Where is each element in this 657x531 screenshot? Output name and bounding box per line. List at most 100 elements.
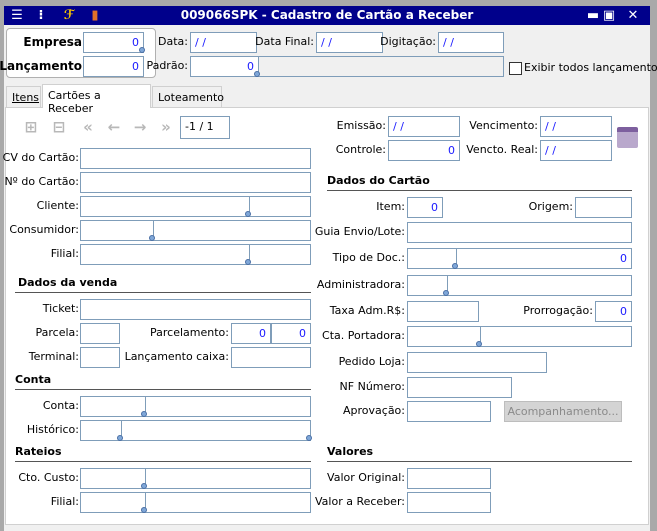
ticket-field[interactable]	[80, 299, 311, 320]
field-value: 0	[132, 36, 139, 49]
pedido-loja-label: Pedido Loja:	[338, 355, 405, 368]
section-divider	[327, 461, 632, 462]
field-value: 0	[620, 252, 627, 265]
emissao-field[interactable]: / /	[388, 116, 460, 137]
valor-original-field[interactable]	[407, 468, 491, 489]
consumidor-field[interactable]	[80, 220, 311, 241]
administradora-field[interactable]	[407, 275, 632, 296]
parcelamento-field-1[interactable]: 0	[231, 323, 271, 344]
digitacao-label: Digitação:	[380, 35, 436, 48]
lancamento-caixa-field[interactable]	[231, 347, 311, 368]
remove-record-icon[interactable]: ⊟	[48, 116, 70, 138]
aprovacao-label: Aprovação:	[343, 404, 405, 417]
acompanhamento-button[interactable]: Acompanhamento...	[504, 401, 622, 422]
tab-loteamento[interactable]: Loteamento	[152, 86, 224, 107]
digitacao-field[interactable]: / /	[438, 32, 504, 53]
lookup-magnifier-icon[interactable]	[141, 507, 147, 513]
close-icon[interactable]: ✕	[624, 7, 642, 24]
lookup-magnifier-icon[interactable]	[141, 483, 147, 489]
emissao-label: Emissão:	[336, 119, 386, 132]
padrao-field[interactable]: 0	[190, 56, 259, 77]
rateios-heading: Rateios	[15, 445, 62, 458]
lookup-magnifier-icon[interactable]	[245, 259, 251, 265]
calendar-icon[interactable]	[617, 127, 638, 148]
data-final-field[interactable]: / /	[316, 32, 383, 53]
lookup-magnifier-icon[interactable]	[245, 211, 251, 217]
cto-custo-label: Cto. Custo:	[18, 471, 79, 484]
padrao-description-field[interactable]	[258, 56, 504, 77]
historico-field[interactable]	[80, 420, 311, 441]
cv-cartao-field[interactable]	[80, 148, 311, 169]
item-label: Item:	[376, 200, 405, 213]
numero-cartao-field[interactable]	[80, 172, 311, 193]
conta-label: Conta:	[42, 399, 79, 412]
pedido-loja-field[interactable]	[407, 352, 547, 373]
parcela-label: Parcela:	[35, 326, 79, 339]
parcelamento-field-2[interactable]: 0	[271, 323, 311, 344]
last-record-icon[interactable]: »	[155, 116, 177, 138]
controle-field[interactable]: 0	[388, 140, 460, 161]
parcela-field[interactable]	[80, 323, 120, 344]
guia-envio-field[interactable]	[407, 222, 632, 243]
field-value: / /	[393, 120, 404, 133]
window-title: 009066SPK - Cadastro de Cartão a Receber	[180, 8, 474, 22]
lancamento-field[interactable]: 0	[83, 56, 144, 77]
lookup-magnifier-icon[interactable]	[476, 341, 482, 347]
origem-label: Origem:	[528, 200, 573, 213]
valores-heading: Valores	[327, 445, 374, 458]
tab-cartoes-a-receber[interactable]: Cartões a Receber	[42, 84, 151, 115]
lookup-magnifier-icon[interactable]	[452, 263, 458, 269]
item-field[interactable]: 0	[407, 197, 443, 218]
field-value: / /	[545, 144, 556, 157]
lookup-magnifier-icon[interactable]	[141, 411, 147, 417]
first-record-icon[interactable]: «	[77, 116, 99, 138]
valor-original-label: Valor Original:	[327, 471, 405, 484]
record-counter-field[interactable]: -1 / 1	[180, 116, 230, 139]
field-value: -1 / 1	[185, 120, 214, 133]
rateio-filial-field[interactable]	[80, 492, 311, 513]
add-record-icon[interactable]: ⊞	[20, 116, 42, 138]
vencimento-field[interactable]: / /	[540, 116, 612, 137]
lookup-magnifier-icon[interactable]	[149, 235, 155, 241]
field-value: / /	[545, 120, 556, 133]
cto-custo-field[interactable]	[80, 468, 311, 489]
aprovacao-field[interactable]	[407, 401, 491, 422]
valor-receber-field[interactable]	[407, 492, 491, 513]
lookup-magnifier-icon[interactable]	[139, 47, 145, 53]
nf-numero-field[interactable]	[407, 377, 512, 398]
rateio-filial-label: Filial:	[50, 495, 79, 508]
taxa-adm-field[interactable]	[407, 301, 479, 322]
previous-record-icon[interactable]: ←	[103, 116, 125, 138]
terminal-label: Terminal:	[28, 350, 79, 363]
cliente-field[interactable]	[80, 196, 311, 217]
vencto-real-field[interactable]: / /	[540, 140, 612, 161]
exibir-checkbox[interactable]	[509, 62, 522, 75]
data-field[interactable]: / /	[190, 32, 257, 53]
numero-cartao-label: Nº do Cartão:	[4, 175, 79, 188]
valor-receber-label: Valor a Receber:	[315, 495, 405, 508]
prorrogacao-field[interactable]: 0	[595, 301, 632, 322]
historico-label: Histórico:	[26, 423, 79, 436]
terminal-field[interactable]	[80, 347, 120, 368]
cartao-heading: Dados do Cartão	[327, 174, 430, 187]
origem-field[interactable]	[575, 197, 632, 218]
lookup-magnifier-icon[interactable]	[306, 435, 312, 441]
tab-label: Loteamento	[158, 91, 224, 104]
tab-itens[interactable]: Itens	[6, 86, 41, 107]
field-value: 0	[431, 201, 438, 214]
lookup-magnifier-icon[interactable]	[443, 290, 449, 296]
lookup-magnifier-icon[interactable]	[117, 435, 123, 441]
empresa-field[interactable]: 0	[83, 32, 144, 53]
lookup-magnifier-icon[interactable]	[254, 71, 260, 77]
tipo-doc-field[interactable]: 0	[407, 248, 632, 269]
filial-field[interactable]	[80, 244, 311, 265]
cta-portadora-field[interactable]	[407, 326, 632, 347]
exibir-label: Exibir todos lançamentos	[524, 61, 657, 74]
maximize-icon[interactable]: ▣	[600, 7, 618, 24]
section-divider	[327, 190, 632, 191]
field-value: 0	[132, 60, 139, 73]
conta-field[interactable]	[80, 396, 311, 417]
cta-portadora-label: Cta. Portadora:	[322, 329, 405, 342]
field-value: / /	[321, 36, 332, 49]
next-record-icon[interactable]: →	[129, 116, 151, 138]
